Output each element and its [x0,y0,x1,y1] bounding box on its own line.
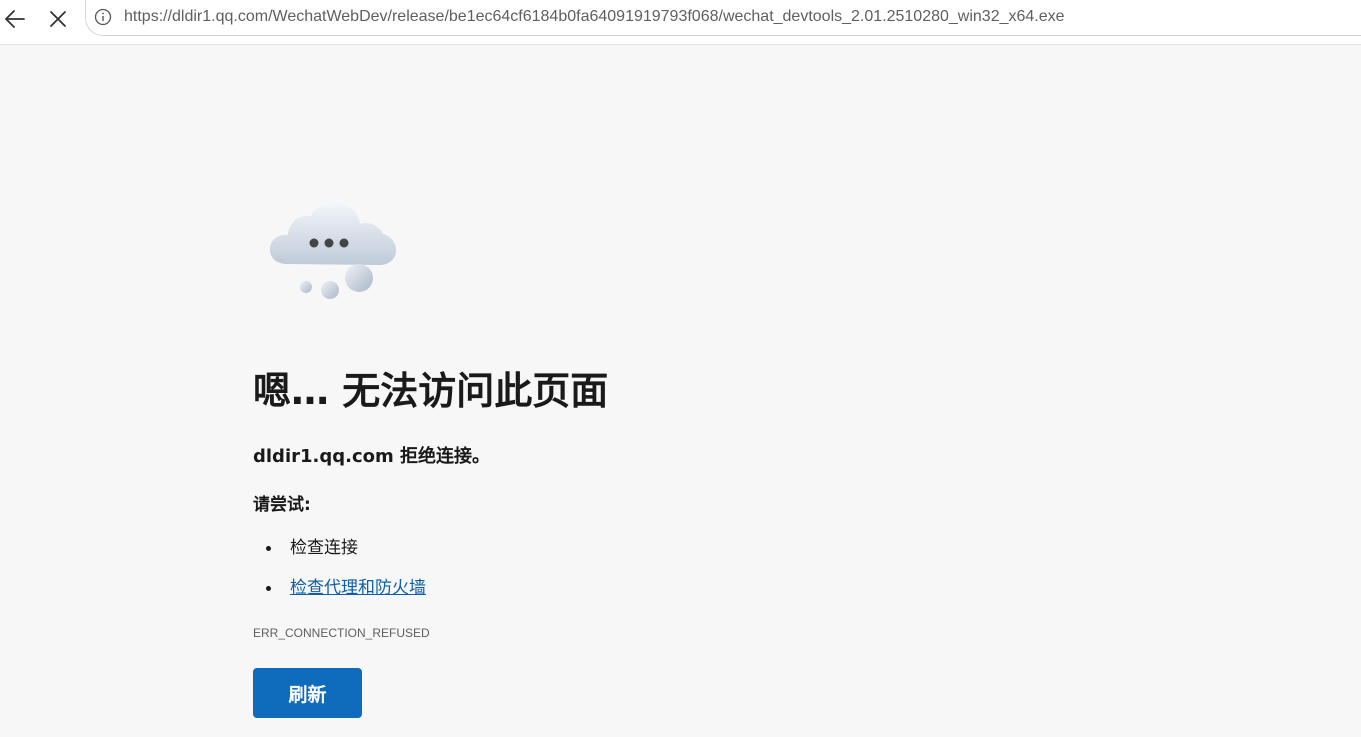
toolbar-divider [0,38,1361,45]
close-icon [50,11,66,27]
info-circle-icon[interactable] [94,8,112,26]
suggestion-list: 检查连接 检查代理和防火墙 [253,534,426,614]
address-bar[interactable]: https://dldir1.qq.com/WechatWebDev/relea… [85,0,1361,36]
refresh-button[interactable]: 刷新 [253,668,362,718]
error-message: dldir1.qq.com 拒绝连接。 [253,446,491,467]
error-code: ERR_CONNECTION_REFUSED [253,626,430,640]
bullet-icon [266,586,271,591]
back-button[interactable] [0,4,30,34]
list-item: 检查连接 [253,534,426,574]
bullet-icon [266,546,271,551]
try-label: 请尝试: [253,495,311,515]
check-proxy-firewall-link[interactable]: 检查代理和防火墙 [290,578,426,598]
suggestion-check-connection: 检查连接 [290,538,358,558]
browser-toolbar: https://dldir1.qq.com/WechatWebDev/relea… [0,0,1361,38]
arrow-left-icon [5,10,25,28]
list-item: 检查代理和防火墙 [253,574,426,614]
stop-button[interactable] [43,4,73,34]
page-title: 嗯… 无法访问此页面 [253,369,609,413]
address-url[interactable]: https://dldir1.qq.com/WechatWebDev/relea… [124,8,1065,26]
cloud-ellipsis-icon [267,198,407,308]
